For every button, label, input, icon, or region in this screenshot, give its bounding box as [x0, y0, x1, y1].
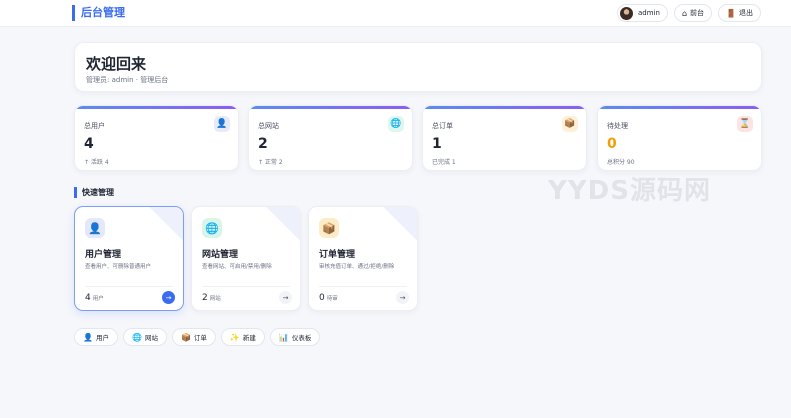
stat-card-pending: 待处理 ⌛ 0 总积分 90: [597, 105, 762, 171]
front-button[interactable]: ⌂ 前台: [673, 4, 713, 22]
quick-link-label: 网站: [144, 334, 158, 342]
stat-note: 已完成 1: [432, 159, 456, 166]
module-title: 网站管理: [202, 250, 239, 260]
stat-note: 总积分 90: [607, 159, 635, 166]
welcome-subtitle: 管理员: admin · 管理后台: [86, 76, 169, 84]
stat-value: 0: [607, 136, 617, 152]
globe-icon: 🌐: [202, 218, 222, 238]
divider: [85, 286, 173, 287]
module-count: 0 待审: [319, 293, 338, 303]
quick-link-sites[interactable]: 🌐 网站: [122, 328, 167, 346]
sparkle-icon: ✨: [229, 332, 240, 342]
user-icon: 👤: [83, 332, 93, 342]
module-desc: 查看网站、可启用/禁用/删除: [202, 264, 272, 270]
user-icon: 👤: [214, 116, 230, 132]
stat-label: 待处理: [607, 122, 628, 130]
logout-button[interactable]: 🚪 退出: [718, 4, 761, 22]
quick-link-orders[interactable]: 📦 订单: [171, 328, 216, 346]
quick-link-label: 仪表板: [291, 334, 312, 342]
home-icon: ⌂: [681, 8, 688, 18]
count-unit: 网站: [209, 296, 221, 302]
count-unit: 待审: [326, 296, 338, 302]
stat-card-sites: 总网站 🌐 2 ↑ 正常 2: [248, 105, 413, 171]
module-count: 4 用户: [85, 293, 104, 303]
module-desc: 审核充值订单、通过/拒绝/删除: [319, 264, 395, 270]
stat-label: 总用户: [84, 122, 105, 130]
avatar: [620, 6, 634, 20]
brand-title[interactable]: 后台管理: [72, 5, 125, 21]
quick-link-label: 用户: [95, 334, 109, 342]
module-card-sites[interactable]: 🌐 网站管理 查看网站、可启用/禁用/删除 2 网站 →: [191, 206, 301, 311]
stat-note: ↑ 活跃 4: [84, 159, 109, 166]
front-label: 前台: [690, 9, 705, 17]
module-title: 订单管理: [319, 250, 356, 260]
stat-label: 总网站: [258, 122, 279, 130]
module-card-users[interactable]: 👤 用户管理 查看用户、可删除普通用户 4 用户 →: [74, 206, 184, 311]
arrow-right-icon[interactable]: →: [279, 291, 292, 304]
module-count: 2 网站: [202, 293, 221, 303]
stat-label: 总订单: [432, 122, 453, 130]
quick-link-new[interactable]: ✨ 新建: [220, 328, 265, 346]
door-icon: 🚪: [726, 8, 736, 18]
box-icon: 📦: [180, 332, 191, 342]
arrow-right-icon[interactable]: →: [162, 291, 175, 304]
box-icon: 📦: [319, 218, 339, 238]
user-icon: 👤: [85, 218, 105, 238]
module-card-orders[interactable]: 📦 订单管理 审核充值订单、通过/拒绝/删除 0 待审 →: [308, 206, 418, 311]
count-value: 0: [319, 293, 325, 303]
user-name: admin: [638, 9, 660, 17]
count-value: 4: [85, 293, 91, 303]
divider: [319, 286, 407, 287]
box-icon: 📦: [562, 116, 578, 132]
watermark: YYDS源码网: [548, 176, 711, 206]
globe-icon: 🌐: [388, 116, 404, 132]
module-title: 用户管理: [85, 250, 122, 260]
stat-value: 2: [258, 136, 268, 152]
count-unit: 用户: [92, 296, 104, 302]
quick-link-dashboard[interactable]: 📊 仪表板: [269, 328, 321, 346]
hourglass-icon: ⌛: [737, 116, 753, 132]
top-bar: 后台管理 admin ⌂ 前台 🚪 退出: [0, 0, 791, 27]
quick-link-label: 新建: [242, 334, 256, 342]
quick-link-label: 订单: [193, 334, 207, 342]
welcome-card: 欢迎回来 管理员: admin · 管理后台: [74, 42, 762, 92]
user-menu[interactable]: admin: [617, 4, 668, 22]
stat-card-users: 总用户 👤 4 ↑ 活跃 4: [74, 105, 239, 171]
quick-link-users[interactable]: 👤 用户: [74, 328, 118, 346]
stat-value: 1: [432, 136, 442, 152]
stat-card-orders: 总订单 📦 1 已完成 1: [422, 105, 587, 171]
stat-value: 4: [84, 136, 94, 152]
globe-icon: 🌐: [131, 332, 142, 342]
section-title: 快速管理: [74, 187, 114, 198]
divider: [202, 286, 290, 287]
welcome-title: 欢迎回来: [86, 55, 147, 73]
module-desc: 查看用户、可删除普通用户: [85, 264, 152, 270]
stat-note: ↑ 正常 2: [258, 159, 283, 166]
count-value: 2: [202, 293, 208, 303]
arrow-right-icon[interactable]: →: [396, 291, 409, 304]
chart-icon: 📊: [278, 332, 289, 342]
logout-label: 退出: [739, 9, 753, 17]
quick-links: 👤 用户 🌐 网站 📦 订单 ✨ 新建 📊 仪表板: [74, 328, 321, 346]
top-actions: admin ⌂ 前台 🚪 退出: [617, 4, 761, 22]
